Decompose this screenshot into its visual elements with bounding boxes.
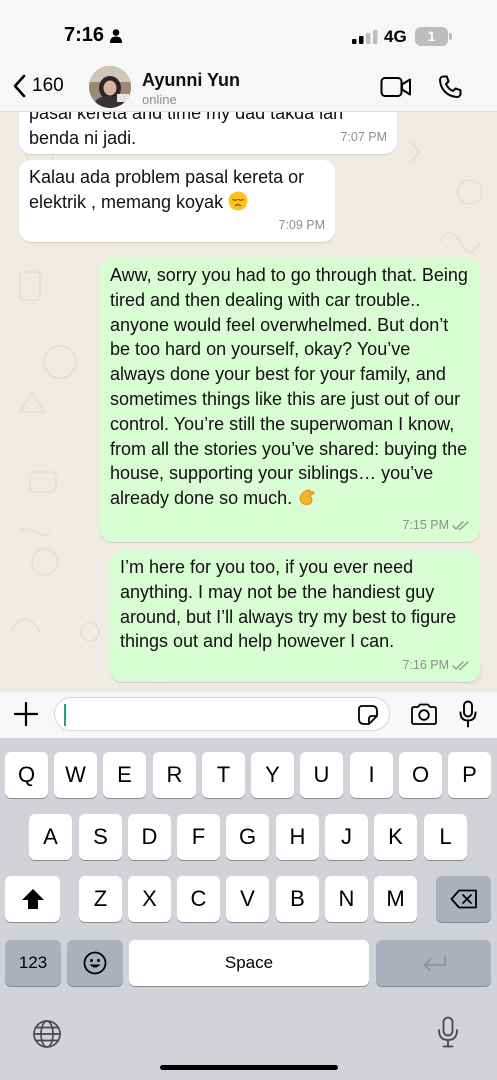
key-o[interactable]: O: [399, 752, 442, 798]
message-time: 7:16 PM: [402, 658, 449, 673]
key-d[interactable]: D: [128, 814, 171, 860]
key-m[interactable]: M: [374, 876, 417, 922]
key-e[interactable]: E: [103, 752, 146, 798]
chat-header: 160 Ayunni Yun online: [0, 62, 497, 112]
key-v[interactable]: V: [226, 876, 269, 922]
key-p[interactable]: P: [448, 752, 491, 798]
backspace-key[interactable]: [436, 876, 491, 922]
person-icon: [110, 29, 122, 43]
shift-icon: [21, 889, 44, 909]
mic-icon[interactable]: [458, 700, 478, 728]
key-c[interactable]: C: [177, 876, 220, 922]
key-a[interactable]: A: [29, 814, 72, 860]
double-check-icon: [452, 521, 469, 531]
avatar-photo: [89, 66, 131, 108]
key-s[interactable]: S: [79, 814, 122, 860]
message-time: 7:07 PM: [340, 130, 387, 145]
return-icon: [423, 955, 446, 972]
battery-level: 1: [427, 28, 436, 44]
phone-icon[interactable]: [437, 74, 463, 100]
key-j[interactable]: J: [325, 814, 368, 860]
chevron-left-icon: [13, 74, 26, 98]
unread-count: 160: [32, 75, 64, 96]
clock: 7:16: [64, 24, 105, 46]
return-key[interactable]: [376, 940, 491, 986]
status-bar: 7:16 4G 1: [0, 0, 497, 62]
network-type: 4G: [384, 27, 407, 46]
sticker-icon[interactable]: [357, 704, 379, 726]
contact-status: online: [142, 92, 177, 107]
avatar[interactable]: [89, 66, 131, 108]
shift-key[interactable]: [5, 876, 60, 922]
key-l[interactable]: L: [424, 814, 467, 860]
key-r[interactable]: R: [153, 752, 196, 798]
key-t[interactable]: T: [202, 752, 245, 798]
dictation-mic-icon[interactable]: [437, 1016, 459, 1048]
chat-area[interactable]: pasal kereta and time my dad takda lah b…: [0, 112, 497, 692]
key-y[interactable]: Y: [251, 752, 294, 798]
key-w[interactable]: W: [54, 752, 97, 798]
emoji-key[interactable]: [67, 940, 123, 986]
double-check-icon: [452, 661, 469, 671]
key-n[interactable]: N: [325, 876, 368, 922]
emoji-icon: [83, 951, 107, 975]
key-q[interactable]: Q: [5, 752, 48, 798]
contact-name[interactable]: Ayunni Yun: [142, 70, 240, 91]
key-x[interactable]: X: [128, 876, 171, 922]
message-bubble-outgoing[interactable]: I’m here for you too, if you ever need a…: [110, 550, 480, 682]
key-g[interactable]: G: [226, 814, 269, 860]
message-time: 7:15 PM: [402, 518, 449, 533]
message-text: I’m here for you too, if you ever need a…: [120, 557, 457, 652]
video-call-icon[interactable]: [380, 76, 412, 98]
message-text: pasal kereta and time my dad takda lah b…: [29, 112, 344, 148]
space-key[interactable]: Space: [129, 940, 369, 986]
numbers-key[interactable]: 123: [5, 940, 61, 986]
key-u[interactable]: U: [300, 752, 343, 798]
key-i[interactable]: I: [350, 752, 393, 798]
battery-icon: 1: [415, 27, 452, 46]
pensive-face-emoji: [228, 191, 248, 211]
composer-bar: [0, 692, 497, 738]
message-bubble-incoming[interactable]: Kalau ada problem pasal kereta or elektr…: [19, 160, 335, 242]
pinched-fingers-emoji: [299, 489, 315, 506]
key-z[interactable]: Z: [79, 876, 122, 922]
message-input[interactable]: [54, 697, 390, 731]
key-h[interactable]: H: [276, 814, 319, 860]
message-time: 7:09 PM: [278, 218, 325, 233]
message-bubble-outgoing[interactable]: Aww, sorry you had to go through that. B…: [100, 258, 480, 542]
message-bubble-incoming[interactable]: pasal kereta and time my dad takda lah b…: [19, 112, 397, 154]
message-text: Aww, sorry you had to go through that. B…: [110, 265, 468, 509]
camera-icon[interactable]: [410, 703, 438, 725]
text-caret: [64, 704, 66, 726]
key-f[interactable]: F: [177, 814, 220, 860]
plus-icon[interactable]: [14, 702, 38, 726]
key-k[interactable]: K: [374, 814, 417, 860]
key-b[interactable]: B: [276, 876, 319, 922]
backspace-icon: [450, 889, 477, 909]
globe-icon[interactable]: [32, 1019, 62, 1049]
signal-strength-icon: [352, 30, 378, 44]
home-indicator: [160, 1065, 338, 1070]
message-text: Kalau ada problem pasal kereta or elektr…: [29, 167, 305, 212]
back-button[interactable]: 160: [12, 74, 64, 98]
